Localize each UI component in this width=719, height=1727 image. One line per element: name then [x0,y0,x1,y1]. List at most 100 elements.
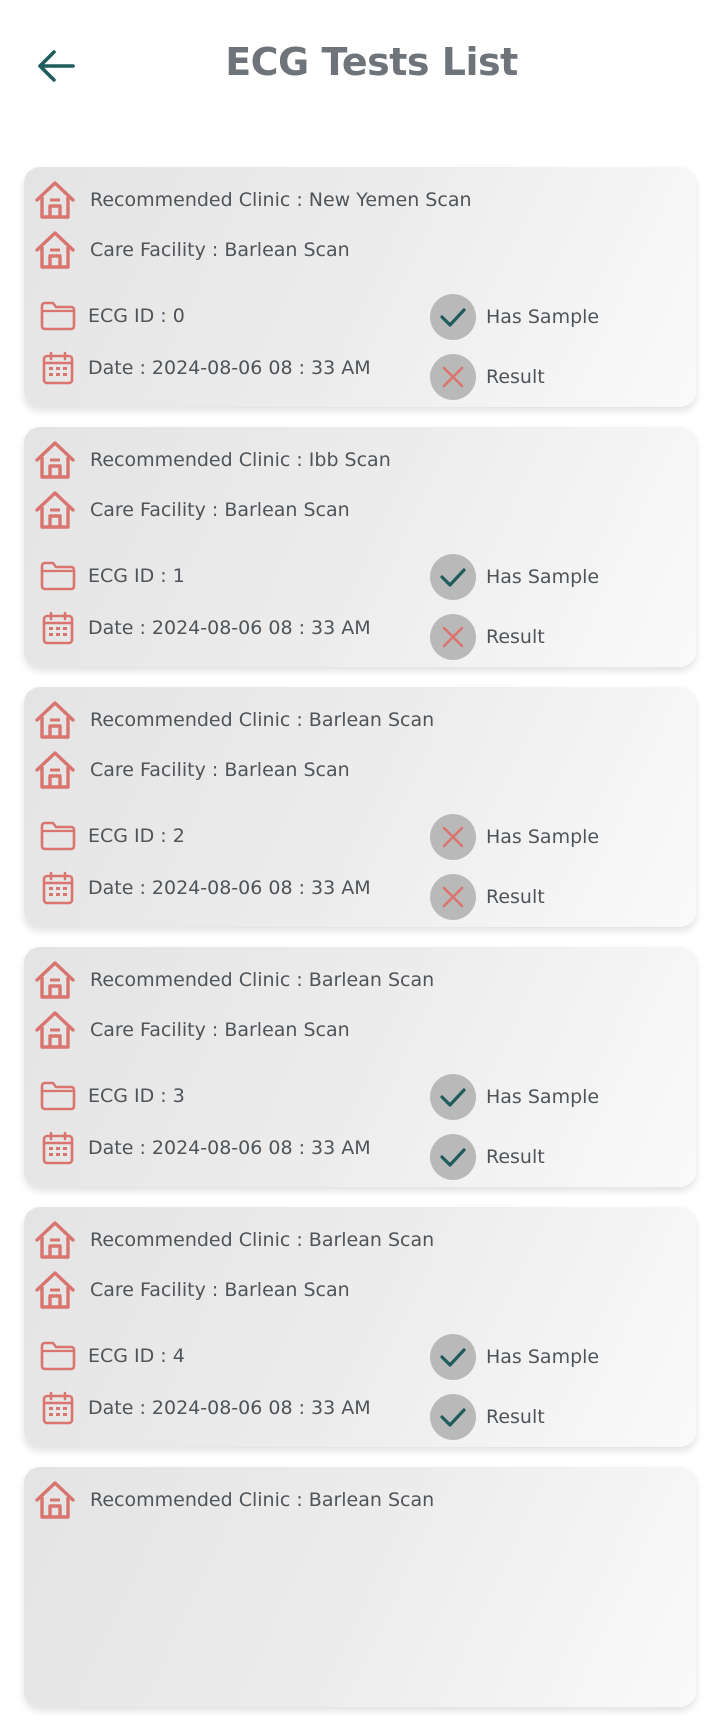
recommended-clinic-row: Recommended Clinic : Barlean Scan [34,1220,434,1260]
recommended-clinic-row: Recommended Clinic : Barlean Scan [34,1480,434,1520]
home-icon [34,1270,76,1310]
home-icon [34,700,76,740]
recommended-clinic-text: Recommended Clinic : New Yemen Scan [90,189,472,211]
ecg-test-card-4[interactable]: Recommended Clinic : Barlean Scan Care F… [24,1207,696,1447]
folder-icon [40,298,76,334]
result-label: Result [486,366,545,388]
result-label: Result [486,886,545,908]
home-icon [34,960,76,1000]
ecg-test-card-0[interactable]: Recommended Clinic : New Yemen Scan Care… [24,167,696,407]
check-icon [440,308,466,327]
ecg-id-text: ECG ID : 0 [88,305,185,327]
care-facility-text: Care Facility : Barlean Scan [90,499,350,521]
calendar-icon [40,610,76,646]
home-icon [34,490,76,530]
has-sample-indicator [430,294,476,340]
date-row: Date : 2024-08-06 08 : 33 AM [40,1390,371,1426]
ecg-id-text: ECG ID : 3 [88,1085,185,1107]
result-indicator [430,1134,476,1180]
result-status: Result [430,1134,545,1180]
result-indicator [430,614,476,660]
has-sample-indicator [430,814,476,860]
ecg-id-row: ECG ID : 2 [40,818,185,854]
date-text: Date : 2024-08-06 08 : 33 AM [88,877,371,899]
has-sample-status: Has Sample [430,1334,599,1380]
recommended-clinic-row: Recommended Clinic : Barlean Scan [34,700,434,740]
care-facility-row: Care Facility : Barlean Scan [34,1270,350,1310]
home-icon [34,230,76,270]
date-text: Date : 2024-08-06 08 : 33 AM [88,1397,371,1419]
date-row: Date : 2024-08-06 08 : 33 AM [40,350,371,386]
recommended-clinic-row: Recommended Clinic : Ibb Scan [34,440,391,480]
home-icon [34,1480,76,1520]
care-facility-row: Care Facility : Barlean Scan [34,230,350,270]
care-facility-text: Care Facility : Barlean Scan [90,1019,350,1041]
ecg-test-card-2[interactable]: Recommended Clinic : Barlean Scan Care F… [24,687,696,927]
care-facility-row: Care Facility : Barlean Scan [34,750,350,790]
close-icon [442,626,464,648]
ecg-test-card-3[interactable]: Recommended Clinic : Barlean Scan Care F… [24,947,696,1187]
ecg-id-text: ECG ID : 1 [88,565,185,587]
recommended-clinic-text: Recommended Clinic : Barlean Scan [90,709,435,731]
ecg-id-text: ECG ID : 2 [88,825,185,847]
folder-icon [40,558,76,594]
has-sample-status: Has Sample [430,554,599,600]
folder-icon [40,1338,76,1374]
page-title: ECG Tests List [225,40,518,84]
recommended-clinic-row: Recommended Clinic : New Yemen Scan [34,180,472,220]
check-icon [440,1348,466,1367]
result-label: Result [486,1406,545,1428]
ecg-tests-list[interactable]: Recommended Clinic : New Yemen Scan Care… [24,167,696,1727]
result-status: Result [430,354,545,400]
recommended-clinic-text: Recommended Clinic : Ibb Scan [90,449,391,471]
close-icon [442,886,464,908]
has-sample-indicator [430,1334,476,1380]
care-facility-text: Care Facility : Barlean Scan [90,759,350,781]
date-text: Date : 2024-08-06 08 : 33 AM [88,1137,371,1159]
recommended-clinic-row: Recommended Clinic : Barlean Scan [34,960,434,1000]
ecg-id-row: ECG ID : 0 [40,298,185,334]
calendar-icon [40,1390,76,1426]
has-sample-label: Has Sample [486,826,600,848]
check-icon [440,1408,466,1427]
has-sample-status: Has Sample [430,294,599,340]
close-icon [442,826,464,848]
care-facility-text: Care Facility : Barlean Scan [90,239,350,261]
date-row: Date : 2024-08-06 08 : 33 AM [40,610,371,646]
calendar-icon [40,1130,76,1166]
home-icon [34,750,76,790]
calendar-icon [40,350,76,386]
home-icon [34,180,76,220]
ecg-id-row: ECG ID : 3 [40,1078,185,1114]
result-status: Result [430,1394,545,1440]
close-icon [442,366,464,388]
has-sample-label: Has Sample [486,1346,600,1368]
care-facility-row: Care Facility : Barlean Scan [34,1010,350,1050]
check-icon [440,568,466,587]
result-label: Result [486,626,545,648]
care-facility-row: Care Facility : Barlean Scan [34,490,350,530]
folder-icon [40,818,76,854]
has-sample-label: Has Sample [486,306,600,328]
recommended-clinic-text: Recommended Clinic : Barlean Scan [90,1229,435,1251]
ecg-id-row: ECG ID : 1 [40,558,185,594]
ecg-id-text: ECG ID : 4 [88,1345,185,1367]
app-bar: ECG Tests List [0,0,719,140]
ecg-test-card-5[interactable]: Recommended Clinic : Barlean Scan [24,1467,696,1707]
recommended-clinic-text: Recommended Clinic : Barlean Scan [90,1489,435,1511]
result-status: Result [430,614,545,660]
result-indicator [430,874,476,920]
calendar-icon [40,870,76,906]
home-icon [34,440,76,480]
has-sample-indicator [430,554,476,600]
check-icon [440,1148,466,1167]
date-row: Date : 2024-08-06 08 : 33 AM [40,870,371,906]
has-sample-status: Has Sample [430,814,599,860]
home-icon [34,1220,76,1260]
folder-icon [40,1078,76,1114]
date-text: Date : 2024-08-06 08 : 33 AM [88,617,371,639]
ecg-test-card-1[interactable]: Recommended Clinic : Ibb Scan Care Facil… [24,427,696,667]
has-sample-status: Has Sample [430,1074,599,1120]
result-indicator [430,1394,476,1440]
ecg-id-row: ECG ID : 4 [40,1338,185,1374]
